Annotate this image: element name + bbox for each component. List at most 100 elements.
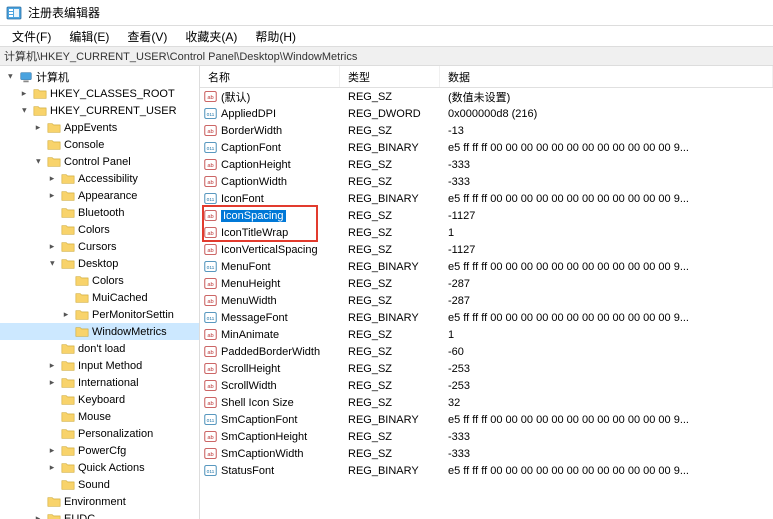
address-bar[interactable]: 计算机\HKEY_CURRENT_USER\Control Panel\Desk… (0, 46, 773, 66)
registry-value-row[interactable]: 011CaptionFontREG_BINARYe5 ff ff ff 00 0… (200, 139, 773, 156)
folder-icon (75, 291, 89, 305)
tree-node[interactable]: ▸Appearance (0, 187, 199, 204)
registry-value-row[interactable]: abMinAnimateREG_SZ1 (200, 326, 773, 343)
tree-node[interactable]: Keyboard (0, 391, 199, 408)
registry-value-row[interactable]: abSmCaptionHeightREG_SZ-333 (200, 428, 773, 445)
cell-name: abPaddedBorderWidth (200, 345, 340, 358)
registry-value-row[interactable]: abIconVerticalSpacingREG_SZ-1127 (200, 241, 773, 258)
tree-node[interactable]: ▸AppEvents (0, 119, 199, 136)
registry-value-row[interactable]: abShell Icon SizeREG_SZ32 (200, 394, 773, 411)
chevron-down-icon[interactable]: ▸ (18, 105, 30, 117)
tree-node[interactable]: ▸PerMonitorSettin (0, 306, 199, 323)
value-type: REG_BINARY (340, 414, 440, 426)
menu-view[interactable]: 查看(V) (119, 27, 175, 46)
value-data: e5 ff ff ff 00 00 00 00 00 00 00 00 00 0… (440, 142, 773, 154)
column-header-data[interactable]: 数据 (440, 66, 773, 87)
tree-node[interactable]: ▸Cursors (0, 238, 199, 255)
expander-placeholder (60, 326, 72, 338)
menu-file[interactable]: 文件(F) (4, 27, 59, 46)
chevron-down-icon[interactable]: ▸ (4, 71, 16, 83)
registry-value-row[interactable]: abPaddedBorderWidthREG_SZ-60 (200, 343, 773, 360)
registry-value-row[interactable]: abMenuHeightREG_SZ-287 (200, 275, 773, 292)
registry-value-row[interactable]: abBorderWidthREG_SZ-13 (200, 122, 773, 139)
svg-text:ab: ab (207, 367, 213, 373)
menu-edit[interactable]: 编辑(E) (61, 27, 117, 46)
tree-node[interactable]: ▸Desktop (0, 255, 199, 272)
value-type: REG_SZ (340, 363, 440, 375)
value-type: REG_SZ (340, 210, 440, 222)
tree-node[interactable]: Environment (0, 493, 199, 510)
tree-node[interactable]: Sound (0, 476, 199, 493)
chevron-right-icon[interactable]: ▸ (46, 462, 58, 474)
registry-value-row[interactable]: 011SmCaptionFontREG_BINARYe5 ff ff ff 00… (200, 411, 773, 428)
registry-value-row[interactable]: abCaptionHeightREG_SZ-333 (200, 156, 773, 173)
registry-value-row[interactable]: 011IconFontREG_BINARYe5 ff ff ff 00 00 0… (200, 190, 773, 207)
svg-text:ab: ab (207, 180, 213, 186)
chevron-right-icon[interactable]: ▸ (46, 360, 58, 372)
tree-node[interactable]: Bluetooth (0, 204, 199, 221)
chevron-right-icon[interactable]: ▸ (32, 122, 44, 134)
cell-name: abCaptionHeight (200, 158, 340, 171)
menu-help[interactable]: 帮助(H) (247, 27, 304, 46)
tree-node[interactable]: ▸Quick Actions (0, 459, 199, 476)
chevron-right-icon[interactable]: ▸ (46, 377, 58, 389)
chevron-right-icon[interactable]: ▸ (60, 309, 72, 321)
svg-text:011: 011 (207, 469, 215, 475)
registry-value-row[interactable]: abCaptionWidthREG_SZ-333 (200, 173, 773, 190)
tree-node[interactable]: ▸International (0, 374, 199, 391)
tree-node[interactable]: WindowMetrics (0, 323, 199, 340)
tree-node[interactable]: ▸PowerCfg (0, 442, 199, 459)
tree-node[interactable]: ▸EUDC (0, 510, 199, 519)
registry-value-row[interactable]: 011MessageFontREG_BINARYe5 ff ff ff 00 0… (200, 309, 773, 326)
tree-node[interactable]: Colors (0, 221, 199, 238)
tree-node[interactable]: Personalization (0, 425, 199, 442)
registry-value-row[interactable]: 011StatusFontREG_BINARYe5 ff ff ff 00 00… (200, 462, 773, 479)
tree-node[interactable]: ▸HKEY_CURRENT_USER (0, 102, 199, 119)
tree-node[interactable]: ▸Input Method (0, 357, 199, 374)
chevron-right-icon[interactable]: ▸ (46, 241, 58, 253)
value-type: REG_SZ (340, 91, 440, 103)
chevron-down-icon[interactable]: ▸ (32, 156, 44, 168)
value-name: (默认) (221, 89, 250, 105)
registry-value-row[interactable]: abScrollWidthREG_SZ-253 (200, 377, 773, 394)
list-view[interactable]: 名称 类型 数据 ab(默认)REG_SZ(数值未设置)011AppliedDP… (200, 66, 773, 519)
cell-name: 011IconFont (200, 192, 340, 205)
folder-icon (61, 172, 75, 186)
binary-value-icon: 011 (204, 413, 217, 426)
tree-node[interactable]: Mouse (0, 408, 199, 425)
value-data: 32 (440, 397, 773, 409)
chevron-right-icon[interactable]: ▸ (46, 445, 58, 457)
expander-placeholder (60, 292, 72, 304)
registry-value-row[interactable]: 011AppliedDPIREG_DWORD0x000000d8 (216) (200, 105, 773, 122)
column-header-type[interactable]: 类型 (340, 66, 440, 87)
tree-view[interactable]: ▸计算机▸HKEY_CLASSES_ROOT▸HKEY_CURRENT_USER… (0, 66, 200, 519)
tree-node[interactable]: ▸计算机 (0, 68, 199, 85)
tree-node[interactable]: ▸Control Panel (0, 153, 199, 170)
tree-node[interactable]: ▸Accessibility (0, 170, 199, 187)
string-value-icon: ab (204, 90, 217, 103)
tree-node[interactable]: don't load (0, 340, 199, 357)
value-name: MenuWidth (221, 295, 277, 307)
tree-node[interactable]: MuiCached (0, 289, 199, 306)
registry-value-row[interactable]: abMenuWidthREG_SZ-287 (200, 292, 773, 309)
tree-node-label: Mouse (78, 411, 111, 423)
chevron-right-icon[interactable]: ▸ (32, 513, 44, 519)
tree-node[interactable]: Console (0, 136, 199, 153)
column-header-name[interactable]: 名称 (200, 66, 340, 87)
chevron-down-icon[interactable]: ▸ (46, 258, 58, 270)
registry-value-row[interactable]: 011MenuFontREG_BINARYe5 ff ff ff 00 00 0… (200, 258, 773, 275)
registry-value-row[interactable]: abSmCaptionWidthREG_SZ-333 (200, 445, 773, 462)
chevron-right-icon[interactable]: ▸ (46, 190, 58, 202)
registry-value-row[interactable]: abScrollHeightREG_SZ-253 (200, 360, 773, 377)
registry-value-row[interactable]: ab(默认)REG_SZ(数值未设置) (200, 88, 773, 105)
tree-node[interactable]: Colors (0, 272, 199, 289)
chevron-right-icon[interactable]: ▸ (46, 173, 58, 185)
tree-node[interactable]: ▸HKEY_CLASSES_ROOT (0, 85, 199, 102)
registry-value-row[interactable]: abIconTitleWrapREG_SZ1 (200, 224, 773, 241)
expander-placeholder (46, 207, 58, 219)
chevron-right-icon[interactable]: ▸ (18, 88, 30, 100)
string-value-icon: ab (204, 294, 217, 307)
menu-favorites[interactable]: 收藏夹(A) (177, 27, 245, 46)
registry-value-row[interactable]: abIconSpacingREG_SZ-1127 (200, 207, 773, 224)
value-type: REG_DWORD (340, 108, 440, 120)
